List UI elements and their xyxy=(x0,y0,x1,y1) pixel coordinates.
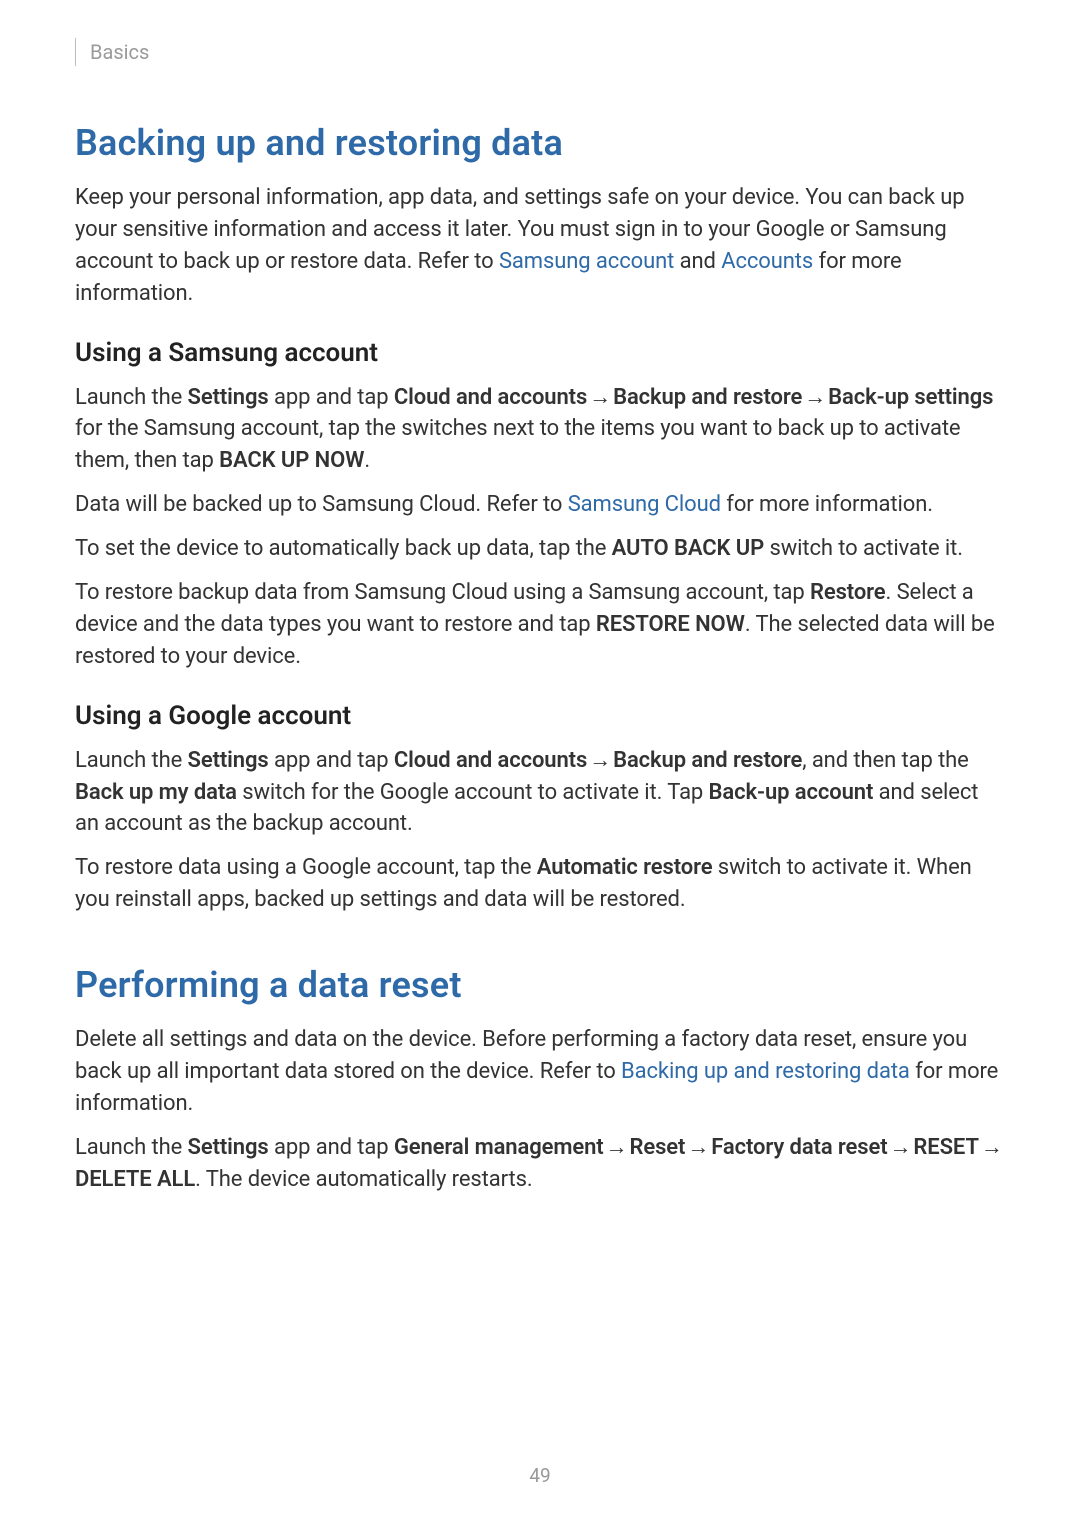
link-samsung-cloud[interactable]: Samsung Cloud xyxy=(568,492,721,517)
arrow-icon: → xyxy=(604,1132,630,1164)
label-reset-caps: RESET xyxy=(913,1135,978,1160)
label-restore-now: RESTORE NOW xyxy=(596,612,745,637)
label-general-management: General management xyxy=(394,1135,604,1160)
intro-paragraph: Keep your personal information, app data… xyxy=(75,182,1005,310)
text: To restore backup data from Samsung Clou… xyxy=(75,580,810,605)
samsung-para-1: Launch the Settings app and tap Cloud an… xyxy=(75,382,1005,478)
label-settings: Settings xyxy=(188,748,269,773)
label-cloud-accounts: Cloud and accounts xyxy=(394,748,587,773)
breadcrumb: Basics xyxy=(90,40,149,64)
label-back-up-account: Back-up account xyxy=(709,780,874,805)
text: for more information. xyxy=(721,492,933,517)
text: switch to activate it. xyxy=(764,536,963,561)
label-back-up-my-data: Back up my data xyxy=(75,780,237,805)
arrow-icon: → xyxy=(685,1132,711,1164)
text: for the Samsung account, tap the switche… xyxy=(75,416,961,473)
google-para-1: Launch the Settings app and tap Cloud an… xyxy=(75,745,1005,841)
arrow-icon: → xyxy=(587,382,613,414)
header-divider xyxy=(75,38,76,66)
samsung-para-4: To restore backup data from Samsung Clou… xyxy=(75,577,1005,673)
link-accounts[interactable]: Accounts xyxy=(721,249,813,274)
text: Data will be backed up to Samsung Cloud.… xyxy=(75,492,568,517)
text: . The device automatically restarts. xyxy=(195,1167,532,1192)
label-back-up-now: BACK UP NOW xyxy=(219,448,364,473)
arrow-icon: → xyxy=(587,745,613,777)
reset-para-2: Launch the Settings app and tap General … xyxy=(75,1132,1005,1196)
label-backup-settings: Back-up settings xyxy=(828,385,993,410)
arrow-icon: → xyxy=(979,1132,1005,1164)
text: and xyxy=(674,249,721,274)
text: . xyxy=(364,448,370,473)
text: Launch the xyxy=(75,748,188,773)
label-factory-data-reset: Factory data reset xyxy=(711,1135,887,1160)
label-settings: Settings xyxy=(188,1135,269,1160)
label-automatic-restore: Automatic restore xyxy=(537,855,713,880)
text: Launch the xyxy=(75,385,188,410)
page-number: 49 xyxy=(0,1464,1080,1487)
text: , and then tap the xyxy=(802,748,969,773)
link-backing-up[interactable]: Backing up and restoring data xyxy=(621,1059,910,1084)
samsung-para-2: Data will be backed up to Samsung Cloud.… xyxy=(75,489,1005,521)
text: To restore data using a Google account, … xyxy=(75,855,537,880)
arrow-icon: → xyxy=(888,1132,914,1164)
subheading-google-account: Using a Google account xyxy=(75,701,1005,731)
text: To set the device to automatically back … xyxy=(75,536,612,561)
page-header: Basics xyxy=(75,38,1005,66)
text: app and tap xyxy=(269,385,394,410)
section-heading-reset: Performing a data reset xyxy=(75,964,1005,1006)
label-backup-restore: Backup and restore xyxy=(613,748,802,773)
text: Launch the xyxy=(75,1135,188,1160)
label-reset: Reset xyxy=(629,1135,685,1160)
label-delete-all: DELETE ALL xyxy=(75,1167,195,1192)
reset-para-1: Delete all settings and data on the devi… xyxy=(75,1024,1005,1120)
link-samsung-account[interactable]: Samsung account xyxy=(499,249,674,274)
samsung-para-3: To set the device to automatically back … xyxy=(75,533,1005,565)
google-para-2: To restore data using a Google account, … xyxy=(75,852,1005,916)
arrow-icon: → xyxy=(802,382,828,414)
section-heading-backup: Backing up and restoring data xyxy=(75,122,1005,164)
label-restore: Restore xyxy=(810,580,886,605)
label-settings: Settings xyxy=(188,385,269,410)
label-auto-back-up: AUTO BACK UP xyxy=(612,536,764,561)
text: app and tap xyxy=(269,748,394,773)
label-cloud-accounts: Cloud and accounts xyxy=(394,385,587,410)
text: app and tap xyxy=(269,1135,394,1160)
label-backup-restore: Backup and restore xyxy=(613,385,802,410)
subheading-samsung-account: Using a Samsung account xyxy=(75,338,1005,368)
text: switch for the Google account to activat… xyxy=(237,780,709,805)
